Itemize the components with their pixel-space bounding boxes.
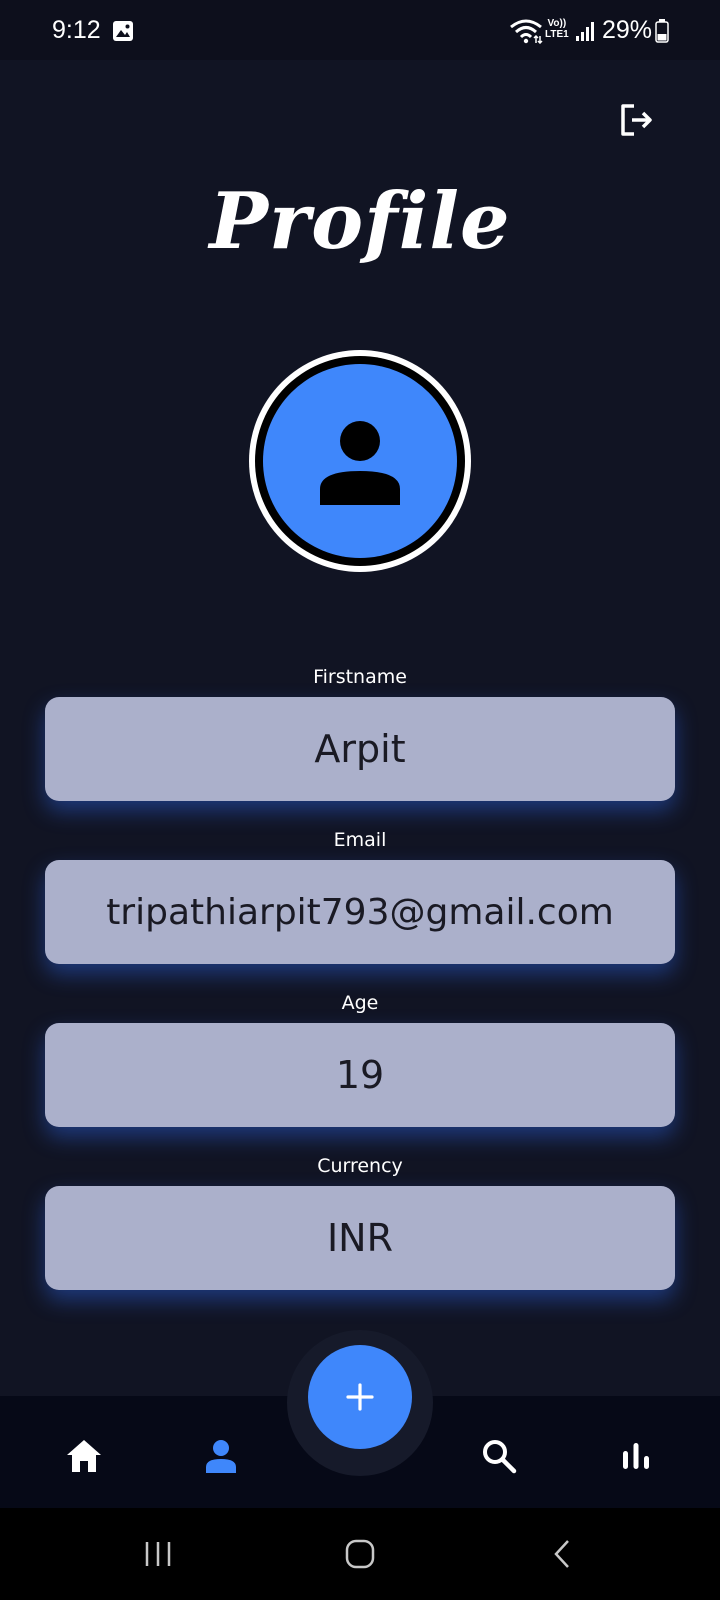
currency-value: INR bbox=[326, 1216, 394, 1260]
back-icon bbox=[554, 1540, 569, 1568]
person-icon bbox=[320, 421, 400, 505]
home-system-button[interactable] bbox=[338, 1532, 382, 1576]
person-icon bbox=[206, 1440, 236, 1473]
status-time: 9:12 bbox=[52, 16, 101, 44]
avatar[interactable] bbox=[249, 350, 471, 572]
age-value: 19 bbox=[335, 1053, 385, 1097]
nav-stats[interactable] bbox=[612, 1432, 660, 1480]
signal-icon bbox=[576, 22, 594, 41]
currency-label: Currency bbox=[317, 1155, 403, 1177]
nav-profile[interactable] bbox=[197, 1432, 245, 1480]
firstname-label: Firstname bbox=[313, 666, 407, 688]
logout-icon bbox=[621, 104, 652, 136]
email-label: Email bbox=[333, 829, 387, 851]
email-value: tripathiarpit793@gmail.com bbox=[106, 891, 614, 933]
wifi-icon bbox=[510, 19, 543, 44]
currency-field[interactable]: INR bbox=[45, 1186, 675, 1290]
bar-chart-icon bbox=[623, 1443, 649, 1469]
logout-button[interactable] bbox=[616, 100, 656, 140]
back-button[interactable] bbox=[540, 1532, 584, 1576]
home-icon bbox=[67, 1440, 101, 1472]
plus-icon bbox=[346, 1383, 374, 1411]
status-bar: 9:12 Vo)) LTE1 29% bbox=[0, 0, 720, 60]
firstname-value: Arpit bbox=[314, 727, 406, 771]
age-field[interactable]: 19 bbox=[45, 1023, 675, 1127]
firstname-field[interactable]: Arpit bbox=[45, 697, 675, 801]
battery-icon bbox=[655, 19, 669, 43]
volte-indicator: Vo)) LTE1 bbox=[545, 18, 569, 40]
age-label: Age bbox=[341, 992, 379, 1014]
avatar-background bbox=[263, 364, 457, 558]
recents-button[interactable] bbox=[136, 1532, 180, 1576]
avatar-border bbox=[255, 356, 465, 566]
page-title: Profile bbox=[209, 176, 511, 267]
email-field[interactable]: tripathiarpit793@gmail.com bbox=[45, 860, 675, 964]
battery-percentage: 29% bbox=[602, 16, 653, 44]
search-icon bbox=[483, 1440, 517, 1474]
recents-icon bbox=[145, 1542, 171, 1566]
add-button[interactable] bbox=[308, 1345, 412, 1449]
gallery-icon bbox=[113, 21, 133, 41]
nav-home[interactable] bbox=[60, 1432, 108, 1480]
nav-search[interactable] bbox=[475, 1432, 523, 1480]
home-circle-icon bbox=[345, 1539, 375, 1569]
